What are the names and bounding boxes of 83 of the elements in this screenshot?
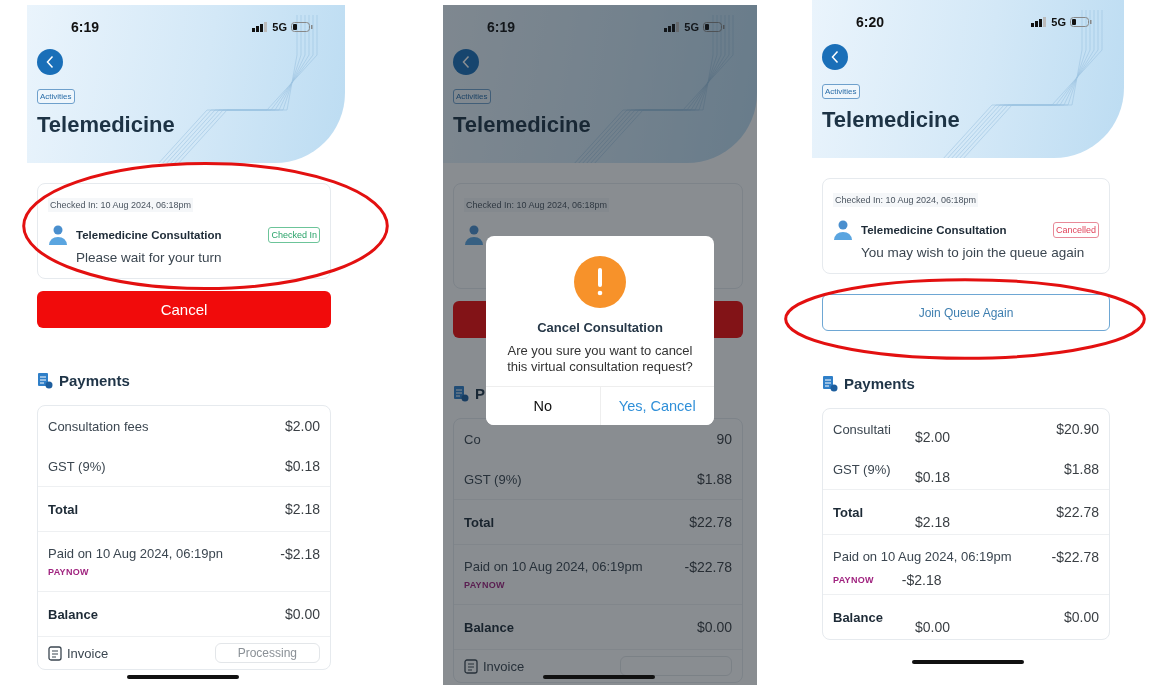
status-badge: Cancelled bbox=[1052, 222, 1099, 238]
back-button[interactable] bbox=[453, 49, 479, 75]
cancel-button[interactable]: Cancel bbox=[37, 291, 331, 329]
document-icon bbox=[48, 645, 62, 661]
status-time: 6:19 bbox=[487, 19, 517, 35]
receipt-icon bbox=[37, 372, 53, 390]
row-value: $2.18 bbox=[283, 501, 320, 518]
battery-icon bbox=[291, 22, 313, 32]
join-queue-button[interactable]: Join Queue Again bbox=[822, 294, 1110, 332]
back-icon bbox=[45, 55, 55, 69]
row-value: $0.00 bbox=[695, 619, 732, 635]
section-title: Payments bbox=[59, 372, 130, 390]
receipt-icon bbox=[822, 375, 838, 393]
row-value: -$2.18 bbox=[279, 546, 320, 563]
checked-in-time: Checked In: 10 Aug 2024, 06:18pm bbox=[48, 198, 194, 212]
row-label: Paid on 10 Aug 2024, 06:19pm bbox=[464, 559, 644, 574]
battery-icon bbox=[1070, 17, 1092, 27]
row-label: Consultati bbox=[833, 421, 891, 437]
network-label: 5G bbox=[272, 21, 287, 33]
status-message: You may wish to join the queue again bbox=[861, 245, 1086, 262]
warning-icon bbox=[574, 256, 626, 308]
row-label: Balance bbox=[833, 609, 883, 625]
service-name: Telemedicine Consultation bbox=[76, 229, 223, 241]
payment-method: PAYNOW bbox=[48, 567, 89, 578]
confirm-button[interactable]: Yes, Cancel bbox=[599, 386, 714, 425]
status-badge: Checked In bbox=[268, 227, 320, 243]
section-title: P bbox=[475, 385, 485, 402]
document-icon bbox=[464, 658, 478, 674]
row-label: Co bbox=[464, 431, 481, 447]
row-label: Total bbox=[833, 504, 864, 520]
checked-in-time: Checked In: 10 Aug 2024, 06:18pm bbox=[833, 193, 979, 207]
signal-icon bbox=[664, 22, 681, 32]
row-label: Paid on 10 Aug 2024, 06:19pn bbox=[48, 546, 224, 562]
breadcrumb-tag[interactable]: Activities bbox=[822, 84, 860, 99]
row-label: Total bbox=[464, 514, 495, 530]
row-value: $20.90 bbox=[1055, 421, 1099, 438]
service-name: Telemedicine Consultation bbox=[861, 224, 1008, 236]
receipt-icon bbox=[453, 385, 469, 402]
row-value: $22.78 bbox=[688, 514, 732, 530]
row-value: $2.00 bbox=[283, 418, 320, 435]
row-value: $0.00 bbox=[283, 606, 320, 623]
checked-in-time: Checked In: 10 Aug 2024, 06:18pm bbox=[464, 198, 610, 212]
row-label: Balance bbox=[48, 606, 98, 622]
payment-method: PAYNOW bbox=[464, 580, 505, 590]
breadcrumb-tag[interactable]: Activities bbox=[37, 89, 75, 104]
back-button[interactable] bbox=[37, 49, 63, 75]
breadcrumb-tag[interactable]: Activities bbox=[453, 89, 491, 104]
row-label: Total bbox=[48, 501, 79, 517]
page-title: Telemedicine bbox=[822, 107, 961, 133]
back-button[interactable] bbox=[822, 44, 848, 70]
signal-icon bbox=[252, 22, 269, 32]
row-value: 90 bbox=[715, 431, 732, 447]
page-title: Telemedicine bbox=[37, 112, 176, 138]
dialog-title: Cancel Consultation bbox=[537, 320, 663, 335]
back-icon bbox=[830, 50, 840, 64]
status-message: Please wait for your turn bbox=[76, 250, 223, 267]
processing-button[interactable]: Processing bbox=[214, 643, 320, 664]
row-label: GST (9%) bbox=[833, 461, 891, 477]
network-label: 5G bbox=[1051, 16, 1066, 28]
row-label: Paid on 10 Aug 2024, 06:19pm bbox=[833, 549, 1013, 565]
row-value: $1.88 bbox=[1062, 461, 1099, 478]
network-label: 5G bbox=[684, 21, 699, 33]
row-label: Consultation fees bbox=[48, 418, 149, 434]
row-value: $1.88 bbox=[695, 471, 732, 487]
row-label: GST (9%) bbox=[48, 458, 106, 474]
battery-icon bbox=[703, 22, 725, 32]
row-value: $0.18 bbox=[283, 458, 320, 475]
row-value: $0.00 bbox=[1062, 609, 1099, 626]
invoice-label: Invoice bbox=[67, 645, 110, 661]
invoice-label: Invoice bbox=[483, 658, 526, 674]
row-value: $22.78 bbox=[1055, 504, 1099, 521]
page-title: Telemedicine bbox=[453, 112, 592, 138]
dialog-message: Are you sure you want to cancel this virtual consultation request? bbox=[506, 343, 694, 376]
status-time: 6:19 bbox=[71, 19, 101, 35]
row-value: -$22.78 bbox=[683, 559, 732, 575]
row-value: -$22.78 bbox=[1050, 549, 1099, 566]
payment-method: PAYNOW bbox=[833, 575, 874, 586]
row-label: GST (9%) bbox=[464, 471, 522, 487]
signal-icon bbox=[1031, 17, 1048, 27]
section-title: Payments bbox=[844, 375, 915, 393]
status-time: 6:20 bbox=[856, 14, 886, 30]
row-label: Balance bbox=[464, 619, 514, 635]
back-icon bbox=[461, 55, 471, 69]
